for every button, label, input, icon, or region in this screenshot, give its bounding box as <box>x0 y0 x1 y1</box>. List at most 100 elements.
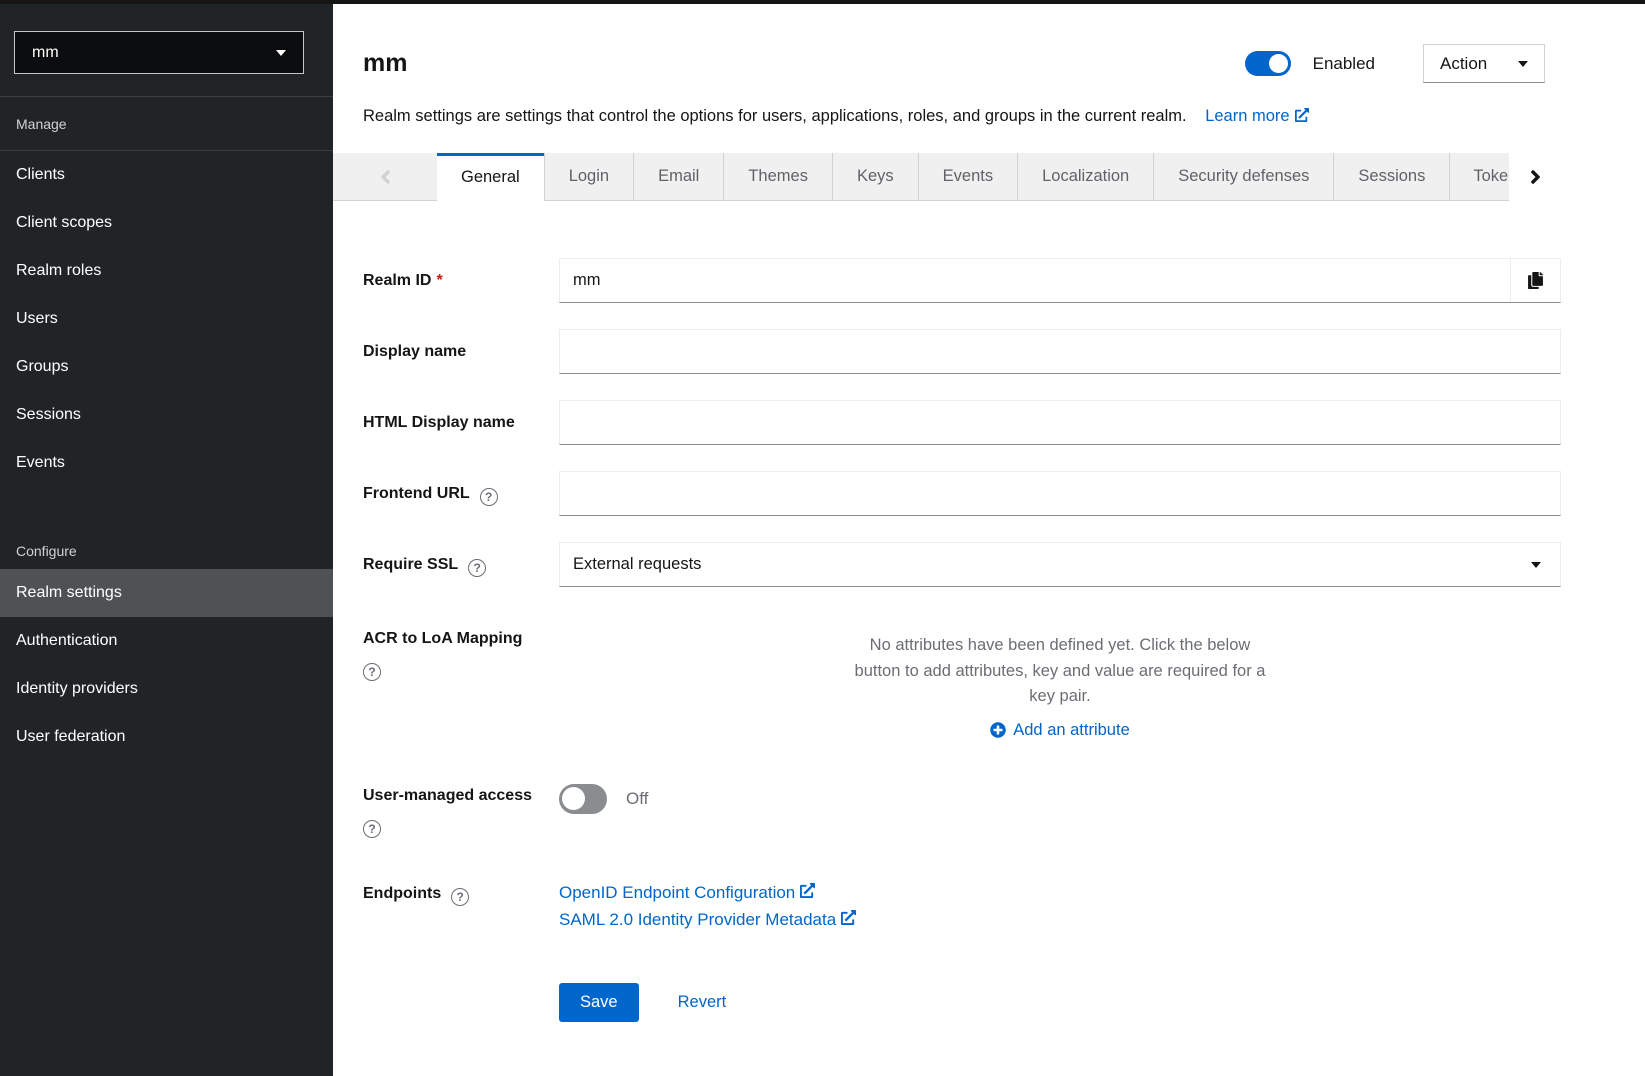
realm-settings-tabs: General Login Email Themes Keys Events L… <box>333 153 1645 201</box>
chevron-down-icon <box>276 50 286 56</box>
action-dropdown-button[interactable]: Action <box>1423 44 1545 83</box>
general-settings-form: Realm ID * Display name <box>333 201 1645 1048</box>
required-asterisk: * <box>436 272 442 289</box>
help-icon[interactable]: ? <box>363 820 381 838</box>
sidebar-item-identity-providers[interactable]: Identity providers <box>0 665 333 713</box>
require-ssl-select[interactable]: External requests <box>559 542 1561 587</box>
realm-id-input[interactable] <box>560 259 1510 302</box>
acr-loa-mapping-row: ACR to LoA Mapping ? No attributes have … <box>363 628 1561 747</box>
sidebar-nav-configure: Realm settings Authentication Identity p… <box>0 569 333 761</box>
frontend-url-row: Frontend URL? <box>363 471 1561 516</box>
help-icon[interactable]: ? <box>480 488 498 506</box>
tab-tokens[interactable]: Tokens <box>1449 153 1509 201</box>
page-header: mm Enabled Action Realm settings are set… <box>333 4 1645 129</box>
external-link-icon <box>800 883 815 903</box>
tab-security-defenses[interactable]: Security defenses <box>1153 153 1333 201</box>
tab-localization[interactable]: Localization <box>1017 153 1153 201</box>
user-managed-access-row: User-managed access ? Off <box>363 781 1561 838</box>
nav-group-label-configure: Configure <box>0 524 333 569</box>
display-name-label: Display name <box>363 329 559 374</box>
sidebar-item-users[interactable]: Users <box>0 295 333 343</box>
actions-spacer <box>363 996 559 1008</box>
toggle-knob <box>562 787 585 810</box>
html-display-name-row: HTML Display name <box>363 400 1561 445</box>
display-name-input[interactable] <box>559 329 1561 374</box>
sidebar-item-realm-roles[interactable]: Realm roles <box>0 247 333 295</box>
sidebar: mm Manage Clients Client scopes Realm ro… <box>0 4 333 1076</box>
acr-empty-state: No attributes have been defined yet. Cli… <box>559 628 1561 747</box>
add-attribute-link[interactable]: Add an attribute <box>990 718 1130 744</box>
sidebar-item-groups[interactable]: Groups <box>0 343 333 391</box>
realm-enabled-toggle[interactable] <box>1245 51 1291 76</box>
html-display-name-input[interactable] <box>559 400 1561 445</box>
sidebar-nav-manage: Clients Client scopes Realm roles Users … <box>0 151 333 487</box>
tab-keys[interactable]: Keys <box>832 153 918 201</box>
action-dropdown-label: Action <box>1440 54 1487 74</box>
user-managed-access-label-text: User-managed access <box>363 787 532 804</box>
tab-bar-end <box>1509 153 1645 201</box>
learn-more-label: Learn more <box>1205 107 1289 125</box>
keycloak-admin-console: mm Manage Clients Client scopes Realm ro… <box>0 0 1645 1076</box>
sidebar-item-clients[interactable]: Clients <box>0 151 333 199</box>
user-managed-access-toggle[interactable] <box>559 784 607 814</box>
realm-selector[interactable]: mm <box>14 31 304 74</box>
tab-email[interactable]: Email <box>633 153 723 201</box>
add-attribute-label: Add an attribute <box>1013 718 1130 744</box>
endpoints-label: Endpoints? <box>363 878 559 937</box>
saml-identity-provider-metadata-link[interactable]: SAML 2.0 Identity Provider Metadata <box>559 910 856 930</box>
chevron-left-icon <box>380 166 391 188</box>
realm-id-label-text: Realm ID <box>363 272 431 289</box>
sidebar-item-sessions[interactable]: Sessions <box>0 391 333 439</box>
form-actions-row: Save Revert <box>363 983 1561 1022</box>
external-link-icon <box>841 910 856 930</box>
sidebar-item-realm-settings[interactable]: Realm settings <box>0 569 333 617</box>
help-icon[interactable]: ? <box>451 888 469 906</box>
sidebar-item-user-federation[interactable]: User federation <box>0 713 333 761</box>
endpoints-row: Endpoints? OpenID Endpoint Configuration… <box>363 878 1561 937</box>
chevron-down-icon <box>1518 61 1528 67</box>
scroll-tabs-right-button[interactable] <box>1530 166 1541 188</box>
acr-loa-mapping-label: ACR to LoA Mapping ? <box>363 628 559 747</box>
sidebar-item-client-scopes[interactable]: Client scopes <box>0 199 333 247</box>
user-managed-access-label: User-managed access ? <box>363 781 559 838</box>
acr-empty-line: No attributes have been defined yet. Cli… <box>559 633 1561 659</box>
save-button[interactable]: Save <box>559 983 639 1022</box>
main-content: mm Enabled Action Realm settings are set… <box>333 4 1645 1076</box>
revert-button[interactable]: Revert <box>678 993 727 1012</box>
learn-more-link[interactable]: Learn more <box>1205 107 1308 125</box>
frontend-url-label-text: Frontend URL <box>363 485 470 502</box>
sidebar-item-events[interactable]: Events <box>0 439 333 487</box>
endpoints-label-text: Endpoints <box>363 885 441 902</box>
chevron-right-icon <box>1530 166 1541 188</box>
tab-themes[interactable]: Themes <box>723 153 832 201</box>
nav-group-label-manage: Manage <box>0 97 333 150</box>
frontend-url-label: Frontend URL? <box>363 471 559 516</box>
toggle-knob <box>1269 54 1288 73</box>
help-icon[interactable]: ? <box>363 663 381 681</box>
tab-events[interactable]: Events <box>918 153 1017 201</box>
sidebar-item-authentication[interactable]: Authentication <box>0 617 333 665</box>
tab-sessions[interactable]: Sessions <box>1333 153 1449 201</box>
endpoint-link-label: OpenID Endpoint Configuration <box>559 883 795 903</box>
require-ssl-label: Require SSL? <box>363 542 559 587</box>
require-ssl-value: External requests <box>573 555 701 574</box>
acr-loa-mapping-label-text: ACR to LoA Mapping <box>363 630 522 647</box>
plus-circle-icon <box>990 722 1006 738</box>
tab-scroll-left-zone <box>333 153 437 201</box>
copy-realm-id-button[interactable] <box>1510 259 1560 302</box>
realm-id-input-group <box>559 258 1561 303</box>
endpoint-link-label: SAML 2.0 Identity Provider Metadata <box>559 910 836 930</box>
page-title: mm <box>363 49 407 78</box>
tab-login[interactable]: Login <box>544 153 633 201</box>
frontend-url-input[interactable] <box>559 471 1561 516</box>
realm-id-row: Realm ID * <box>363 258 1561 303</box>
chevron-down-icon <box>1531 562 1541 568</box>
realm-id-label: Realm ID * <box>363 258 559 303</box>
help-icon[interactable]: ? <box>468 559 486 577</box>
scroll-tabs-left-button[interactable] <box>380 166 391 188</box>
realm-selector-value: mm <box>32 44 59 62</box>
enabled-label: Enabled <box>1313 54 1375 74</box>
openid-endpoint-configuration-link[interactable]: OpenID Endpoint Configuration <box>559 883 815 903</box>
require-ssl-label-text: Require SSL <box>363 556 458 573</box>
tab-general[interactable]: General <box>437 153 544 201</box>
